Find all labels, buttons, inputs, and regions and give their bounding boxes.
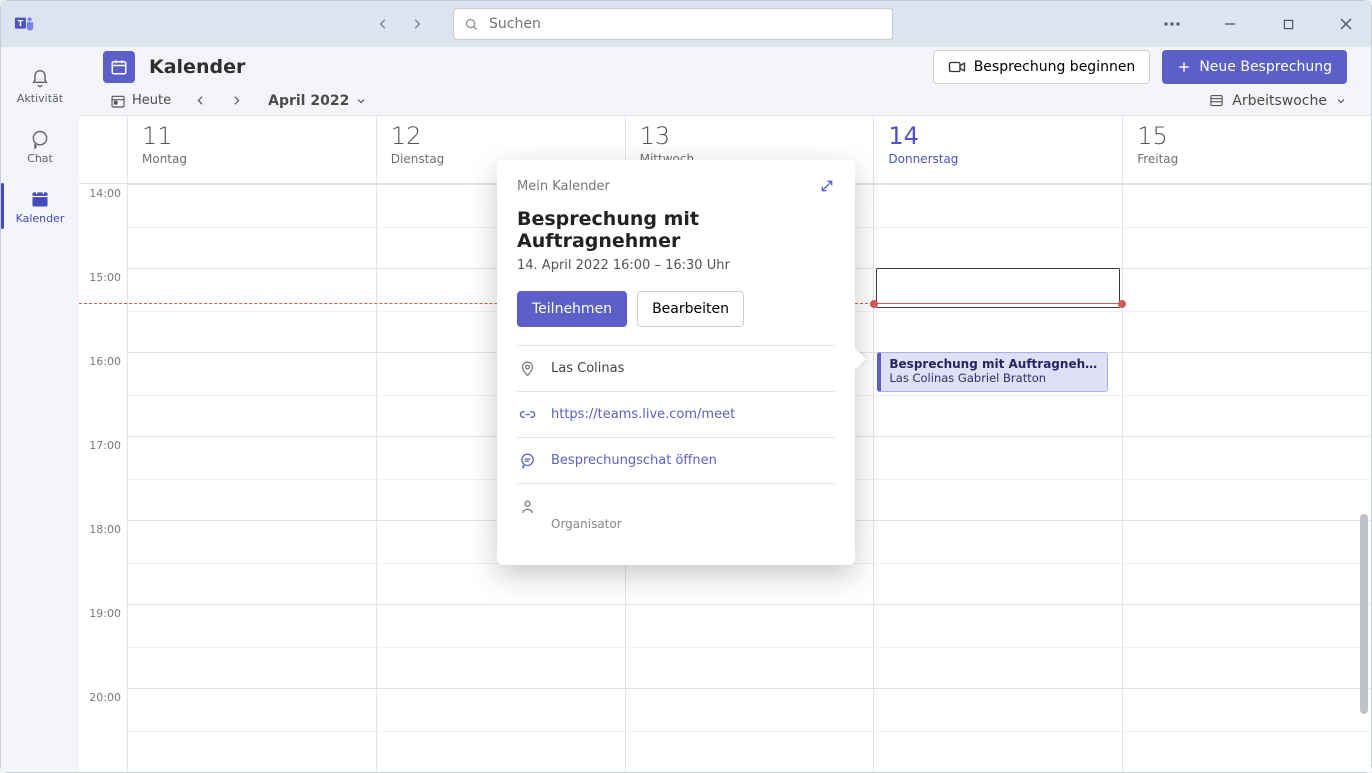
day-number: 14 (888, 124, 1108, 148)
popup-calendar-name: Mein Kalender (517, 179, 610, 194)
new-event-slot[interactable] (876, 268, 1120, 308)
rail-item-label: Kalender (16, 212, 65, 225)
time-gutter-cell: 19:00 (79, 604, 127, 688)
period-selector[interactable]: April 2022 (268, 93, 367, 109)
chat-link-icon (517, 452, 537, 469)
plus-icon (1177, 60, 1191, 74)
window-minimize-button[interactable] (1215, 9, 1245, 39)
rail-item-label: Aktivität (17, 92, 63, 105)
back-button[interactable] (369, 10, 397, 38)
popup-organizer-row: Organisator (517, 483, 835, 545)
time-gutter: 14:0015:0016:0017:0018:0019:0020:00 (79, 184, 127, 772)
popup-location-row: Las Colinas (517, 345, 835, 391)
time-gutter-cell: 18:00 (79, 520, 127, 604)
list-icon (1209, 93, 1224, 108)
day-number: 11 (142, 124, 362, 148)
video-icon (948, 60, 966, 74)
main-area: Kalender Besprechung beginnen Neue Bespr… (79, 47, 1371, 772)
vertical-scrollbar[interactable] (1360, 514, 1368, 714)
event-title: Besprechung mit Auftragnehmer (889, 357, 1099, 371)
view-label: Arbeitswoche (1232, 93, 1327, 109)
window-maximize-button[interactable] (1273, 9, 1303, 39)
title-bar: T (1, 1, 1371, 47)
location-icon (517, 360, 537, 377)
rail-item-calendar[interactable]: Kalender (1, 177, 79, 235)
today-label: Heute (132, 93, 171, 108)
calendar-toolbar: Heute April 2022 Arbeitswoche (79, 87, 1371, 116)
rail-item-activity[interactable]: Aktivität (1, 57, 79, 115)
link-icon (517, 406, 537, 423)
popup-meeting-link: https://teams.live.com/meet (551, 407, 735, 422)
svg-text:T: T (18, 18, 24, 28)
calendar-icon (29, 188, 51, 210)
event-subtitle: Las Colinas Gabriel Bratton (889, 371, 1099, 385)
button-label: Neue Besprechung (1199, 59, 1332, 75)
page-header: Kalender Besprechung beginnen Neue Bespr… (79, 47, 1371, 87)
calendar-surface: 11Montag12Dienstag13Mittwoch14Donnerstag… (79, 116, 1371, 772)
search-box[interactable] (453, 8, 893, 40)
edit-button[interactable]: Bearbeiten (637, 291, 744, 327)
period-label: April 2022 (268, 93, 349, 109)
day-column[interactable] (1122, 184, 1371, 772)
button-label: Besprechung beginnen (974, 59, 1136, 75)
day-column[interactable] (127, 184, 376, 772)
chevron-down-icon (1335, 95, 1347, 107)
day-header-cell[interactable]: 14 Donnerstag (873, 116, 1122, 183)
next-period-button[interactable] (222, 87, 250, 115)
time-gutter-cell: 20:00 (79, 688, 127, 772)
teams-logo-icon: T (11, 10, 39, 38)
time-gutter-cell: 14:00 (79, 184, 127, 268)
forward-button[interactable] (403, 10, 431, 38)
expand-icon[interactable] (819, 178, 835, 194)
popup-title: Besprechung mit Auftragnehmer (517, 208, 835, 252)
meet-now-button[interactable]: Besprechung beginnen (933, 50, 1151, 84)
day-name: Donnerstag (888, 152, 1108, 166)
prev-period-button[interactable] (186, 87, 214, 115)
day-number: 12 (391, 124, 611, 148)
day-header-cell[interactable]: 11 Montag (127, 116, 376, 183)
more-options-button[interactable] (1157, 9, 1187, 39)
calendar-badge-icon (103, 51, 135, 83)
calendar-event[interactable]: Besprechung mit AuftragnehmerLas Colinas… (877, 352, 1108, 392)
new-meeting-button[interactable]: Neue Besprechung (1162, 50, 1347, 84)
rail-item-chat[interactable]: Chat (1, 117, 79, 175)
day-column[interactable]: Besprechung mit AuftragnehmerLas Colinas… (873, 184, 1122, 772)
time-gutter-cell: 16:00 (79, 352, 127, 436)
day-header-cell[interactable]: 15 Freitag (1122, 116, 1371, 183)
time-gutter-cell: 15:00 (79, 268, 127, 352)
search-input[interactable] (487, 15, 882, 33)
rail-item-label: Chat (27, 152, 53, 165)
popup-organizer-caption: Organisator (551, 517, 622, 531)
day-name: Freitag (1137, 152, 1357, 166)
chevron-down-icon (355, 95, 367, 107)
today-button[interactable]: Heute (103, 88, 178, 114)
popup-datetime: 14. April 2022 16:00 – 16:30 Uhr (517, 258, 835, 273)
popup-link-row[interactable]: https://teams.live.com/meet (517, 391, 835, 437)
history-nav (369, 10, 431, 38)
today-icon (110, 93, 126, 109)
search-icon (464, 17, 479, 32)
popup-open-chat: Besprechungschat öffnen (551, 453, 717, 468)
popup-location: Las Colinas (551, 361, 624, 376)
chat-icon (29, 128, 51, 150)
bell-icon (29, 68, 51, 90)
window-close-button[interactable] (1331, 9, 1361, 39)
day-number: 15 (1137, 124, 1357, 148)
join-button[interactable]: Teilnehmen (517, 291, 627, 327)
app-rail: Aktivität Chat Kalender (1, 47, 79, 772)
day-number: 13 (640, 124, 860, 148)
view-selector[interactable]: Arbeitswoche (1209, 93, 1347, 109)
person-icon (517, 498, 537, 515)
page-title: Kalender (149, 56, 245, 78)
popup-open-chat-row[interactable]: Besprechungschat öffnen (517, 437, 835, 483)
time-gutter-cell: 17:00 (79, 436, 127, 520)
event-details-card: Mein Kalender Besprechung mit Auftragneh… (497, 160, 855, 565)
day-name: Montag (142, 152, 362, 166)
